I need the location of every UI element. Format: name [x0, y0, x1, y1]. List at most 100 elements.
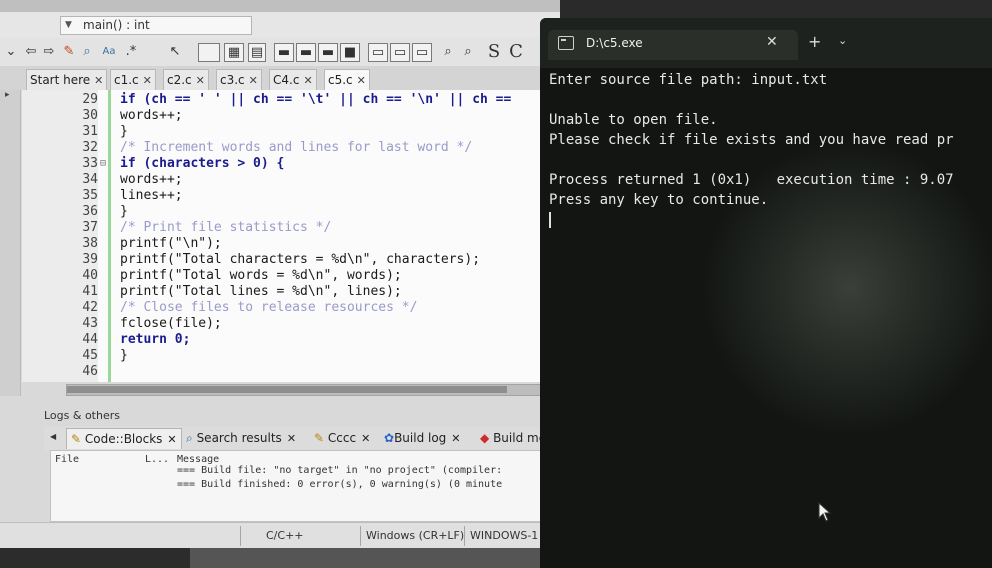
status-eol: Windows (CR+LF) — [366, 529, 465, 542]
code-line[interactable]: 44 return 0; — [22, 332, 545, 348]
code-line[interactable]: 29 if (ch == ' ' || ch == '\t' || ch == '… — [22, 92, 545, 108]
code-line[interactable]: 40 printf("Total words = %d\n", words); — [22, 268, 545, 284]
horizontal-scrollbar[interactable] — [66, 384, 547, 396]
code-line[interactable]: 37 /* Print file statistics */ — [22, 220, 545, 236]
code-line[interactable]: 31} — [22, 124, 545, 140]
regex-dot-icon[interactable]: .* — [124, 43, 138, 60]
scrollbar-thumb[interactable] — [67, 386, 507, 393]
tab-scroll-left-icon[interactable]: ◀ — [50, 432, 56, 441]
build-log-panel: File L... Message === Build file: "no ta… — [50, 450, 547, 522]
code-line[interactable]: 41 printf("Total lines = %d\n", lines); — [22, 284, 545, 300]
close-icon[interactable]: ✕ — [94, 74, 103, 87]
code-line[interactable]: 35 lines++; — [22, 188, 545, 204]
toolbar-letter-s[interactable]: S — [486, 43, 502, 61]
close-icon[interactable]: ✕ — [167, 433, 176, 446]
block-icon[interactable] — [198, 43, 220, 62]
close-icon[interactable]: ✕ — [143, 74, 152, 87]
log-tab-label: Cccc — [327, 431, 357, 445]
code-line[interactable]: 42 /* Close files to release resources */ — [22, 300, 545, 316]
tab-c3[interactable]: c3.c ✕ — [216, 69, 262, 90]
close-icon[interactable]: ✕ — [303, 74, 312, 87]
code-line[interactable]: 34 words++; — [22, 172, 545, 188]
terminal-title: D:\c5.exe — [586, 36, 643, 50]
status-bar: C/C++ Windows (CR+LF) WINDOWS-1 — [0, 522, 560, 548]
code-line[interactable]: 32 /* Increment words and lines for last … — [22, 140, 545, 156]
code-line[interactable]: 30 words++; — [22, 108, 545, 124]
taskbar-edge-light — [190, 548, 545, 568]
log-tab-label: Build me — [493, 431, 547, 445]
tab-c2[interactable]: c2.c ✕ — [163, 69, 209, 90]
status-separator — [464, 526, 465, 546]
close-icon[interactable]: ✕ — [196, 74, 205, 87]
tab-start-here[interactable]: Start here ✕ — [26, 69, 108, 90]
line-number: 43 — [82, 316, 98, 331]
log-tab-codeblocks[interactable]: ✎ Code::Blocks ✕ — [66, 428, 182, 449]
select-cursor-icon[interactable]: ↖ — [168, 43, 182, 60]
forward-arrow-icon[interactable]: ⇨ — [42, 43, 56, 60]
code-line[interactable]: 39 printf("Total characters = %d\n", char… — [22, 252, 545, 268]
find-icon[interactable]: ⌕ — [80, 43, 94, 60]
new-tab-icon[interactable]: + — [808, 32, 821, 51]
console-window[interactable]: D:\c5.exe ✕ + ⌄ Enter source file path: … — [540, 18, 992, 568]
log-tab-build-log[interactable]: ✿Build log ✕ — [384, 428, 461, 448]
log-tab-build-messages[interactable]: ◆ Build me — [480, 428, 546, 448]
panel-icon-1[interactable]: ▬ — [274, 43, 294, 62]
close-icon[interactable]: ✕ — [451, 432, 460, 445]
status-language: C/C++ — [266, 529, 304, 542]
code-line[interactable]: 36} — [22, 204, 545, 220]
doc-icon[interactable]: ▤ — [248, 43, 266, 62]
back-arrow-icon[interactable]: ⇦ — [24, 43, 38, 60]
dropdown-arrow-icon[interactable]: ⌄ — [4, 43, 18, 60]
log-tab-search-results[interactable]: ⌕ Search results ✕ — [186, 428, 296, 448]
close-icon[interactable]: ✕ — [287, 432, 296, 445]
sidebar-arrow-icon-2[interactable]: ▸ — [5, 90, 10, 100]
panel-icon-3[interactable]: ▬ — [318, 43, 338, 62]
tab-c4[interactable]: C4.c ✕ — [269, 69, 317, 90]
code-editor[interactable]: 29 if (ch == ' ' || ch == '\t' || ch == '… — [22, 90, 545, 382]
zoom-out-icon[interactable]: ⌕ — [460, 43, 476, 60]
close-icon[interactable]: ✕ — [361, 432, 370, 445]
panel-icon-4[interactable]: ■ — [340, 43, 360, 62]
code-text: words++; — [120, 172, 183, 187]
toolbar-letter-c[interactable]: C — [508, 43, 524, 61]
line-number: 33 — [82, 156, 98, 171]
tab-c1[interactable]: c1.c ✕ — [110, 69, 156, 90]
frame-icon-1[interactable]: ▭ — [368, 43, 388, 62]
close-icon[interactable]: ✕ — [357, 74, 366, 87]
code-text: } — [120, 124, 128, 139]
function-selector[interactable]: ▼ main() : int — [60, 16, 252, 35]
frame-icon-3[interactable]: ▭ — [412, 43, 432, 62]
line-number: 41 — [82, 284, 98, 299]
fold-toggle-icon[interactable]: ⊟ — [100, 156, 106, 172]
code-line[interactable]: 43 fclose(file); — [22, 316, 545, 332]
line-number: 38 — [82, 236, 98, 251]
panel-icon-2[interactable]: ▬ — [296, 43, 316, 62]
chevron-down-icon[interactable]: ⌄ — [838, 34, 847, 47]
code-text: return 0; — [120, 332, 191, 347]
close-icon[interactable]: ✕ — [249, 74, 258, 87]
code-line[interactable]: 45} — [22, 348, 545, 364]
gear-icon: ✿ — [384, 431, 395, 445]
zoom-in-icon[interactable]: ⌕ — [440, 43, 456, 60]
code-text: if (characters > 0) { — [120, 156, 285, 171]
codeblocks-window: ▼ main() : int ⌄ ⇦ ⇨ ✎ ⌕ Aa .* ↖ ▦ ▤ ▬ ▬… — [0, 0, 560, 548]
pin-icon: ◆ — [480, 431, 490, 445]
tab-label: c5.c — [328, 73, 353, 87]
line-number: 37 — [82, 220, 98, 235]
line-number: 46 — [82, 364, 98, 379]
code-line[interactable]: 46 — [22, 364, 545, 380]
regex-icon[interactable]: Aa — [98, 43, 120, 60]
terminal-icon — [558, 36, 574, 50]
close-icon[interactable]: ✕ — [766, 34, 778, 50]
grid-icon[interactable]: ▦ — [224, 43, 244, 62]
code-text: fclose(file); — [120, 316, 222, 331]
terminal-line: Please check if file exists and you have… — [549, 132, 954, 148]
code-line[interactable]: 38 printf("\n"); — [22, 236, 545, 252]
frame-icon-2[interactable]: ▭ — [390, 43, 410, 62]
log-tab-cccc[interactable]: ✎ Cccc ✕ — [314, 428, 370, 448]
code-line[interactable]: 33 ⊟ if (characters > 0) { — [22, 156, 545, 172]
highlight-pen-icon[interactable]: ✎ — [62, 43, 76, 60]
tab-c5[interactable]: c5.c ✕ — [324, 69, 370, 90]
line-number: 40 — [82, 268, 98, 283]
terminal-line: Press any key to continue. — [549, 192, 769, 208]
